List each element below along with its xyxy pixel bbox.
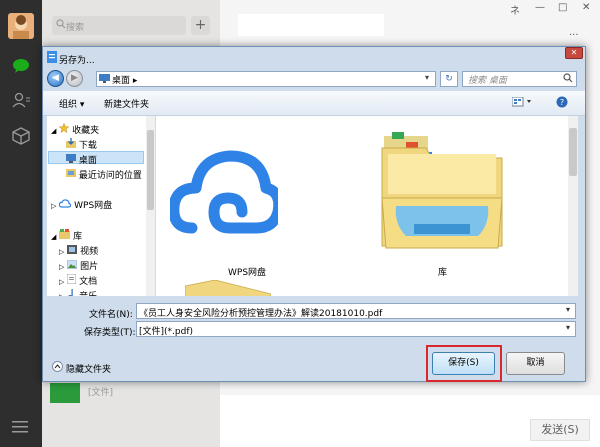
nav-desktop[interactable]: 桌面 [66, 153, 97, 166]
file-message-tag: [文件] [88, 388, 114, 398]
save-button[interactable]: 保存(S) [432, 352, 495, 375]
recent-places-icon [66, 169, 76, 177]
hide-folders-label: 隐藏文件夹 [66, 365, 112, 375]
nav-wps-cloud[interactable]: ▷ WPS网盘 [51, 198, 112, 211]
dialog-close-button[interactable]: ✕ [565, 47, 583, 59]
nav-documents[interactable]: ▷ 文档 [59, 273, 97, 287]
chat-icon[interactable] [12, 58, 30, 77]
folder-icon [185, 280, 271, 296]
wps-cloud-item[interactable] [168, 136, 285, 251]
folder-item-partial[interactable] [185, 280, 271, 296]
minimize-button[interactable]: — [535, 2, 545, 13]
nav-libraries[interactable]: ◢ 库 [51, 229, 82, 242]
add-chat-button[interactable]: + [191, 16, 210, 35]
dialog-app-icon [47, 51, 57, 66]
library-icon [59, 229, 71, 239]
filetype-dropdown-icon[interactable]: ▾ [566, 323, 570, 332]
document-icon [66, 273, 77, 285]
chevron-up-icon [52, 361, 63, 372]
back-button[interactable]: ◀ [47, 70, 64, 87]
new-folder-button[interactable]: 新建文件夹 [104, 97, 149, 110]
desktop-icon [66, 154, 76, 163]
nav-recent[interactable]: 最近访问的位置 [66, 168, 142, 181]
view-options-icon[interactable] [511, 96, 534, 110]
cancel-button[interactable]: 取消 [506, 352, 565, 375]
search-desktop-placeholder: 搜索 桌面 [468, 76, 507, 86]
search-icon [56, 19, 66, 32]
address-dropdown-icon[interactable]: ▾ [425, 73, 429, 82]
help-icon[interactable]: ? [556, 96, 568, 111]
nav-favorites[interactable]: ◢ 收藏夹 [51, 122, 99, 136]
library-folder-icon [381, 132, 503, 249]
contacts-icon[interactable] [12, 92, 30, 111]
filename-value: 《员工人身安全风险分析预控管理办法》解读20181010.pdf [139, 309, 383, 319]
music-icon [68, 289, 73, 296]
hide-folders-toggle[interactable] [52, 361, 63, 375]
send-button[interactable]: 发送(S) [530, 419, 590, 441]
pin-button[interactable]: ネ [510, 2, 520, 17]
organize-button[interactable]: 组织 ▾ [59, 97, 84, 110]
avatar[interactable] [8, 13, 34, 39]
content-scroll-thumb[interactable] [569, 128, 577, 176]
maximize-button[interactable]: □ [558, 2, 567, 13]
wps-cloud-label: WPS网盘 [228, 268, 267, 278]
filetype-select[interactable] [136, 321, 576, 337]
wechat-search-placeholder: 搜索 [66, 23, 85, 33]
dialog-title: 另存为... [59, 56, 95, 66]
nav-videos[interactable]: ▷ 视频 [59, 244, 98, 257]
refresh-button[interactable]: ↻ [440, 71, 458, 87]
menu-icon[interactable] [12, 420, 28, 437]
filename-dropdown-icon[interactable]: ▾ [566, 305, 570, 314]
more-button[interactable]: ··· [569, 30, 579, 41]
desktop-location-icon [99, 74, 110, 86]
library-label: 库 [438, 268, 448, 278]
chat-title [238, 14, 384, 36]
svg-text:?: ? [560, 98, 564, 107]
address-text: 桌面 ▸ [112, 76, 138, 86]
file-message-thumb [50, 383, 80, 403]
filetype-label: 保存类型(T): [84, 328, 136, 338]
forward-button[interactable]: ▶ [66, 70, 83, 87]
cloud-icon [168, 150, 285, 234]
nav-downloads[interactable]: 下载 [66, 138, 97, 151]
picture-icon [66, 259, 78, 270]
download-icon [66, 138, 76, 148]
library-item[interactable] [378, 128, 506, 259]
address-bar[interactable] [96, 71, 436, 87]
search-icon [563, 73, 573, 86]
close-button[interactable]: ✕ [582, 2, 590, 13]
nav-pictures[interactable]: ▷ 图片 [59, 259, 98, 272]
nav-music[interactable]: ▷ 音乐 [59, 289, 97, 296]
filename-label: 文件名(N): [89, 310, 133, 320]
favorites-icon[interactable] [12, 127, 30, 148]
avatar-image [13, 15, 29, 39]
star-icon [58, 122, 70, 134]
cloud-icon [59, 199, 72, 208]
video-icon [67, 245, 78, 254]
nav-scroll-thumb[interactable] [147, 130, 154, 210]
filetype-value: [文件](*.pdf) [139, 327, 194, 337]
